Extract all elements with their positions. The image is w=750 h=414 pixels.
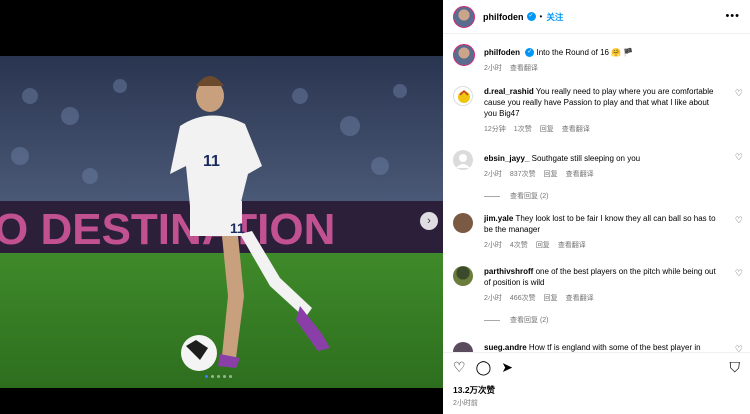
- comment-username[interactable]: jim.yale: [484, 214, 513, 223]
- more-options-icon[interactable]: •••: [725, 10, 740, 22]
- carousel-dot: [229, 375, 232, 378]
- verified-icon: ✓: [526, 12, 536, 21]
- like-heart-icon[interactable]: ♡: [735, 215, 743, 226]
- replies-divider: [484, 319, 500, 321]
- avatar[interactable]: [453, 342, 473, 352]
- like-count[interactable]: 4次赞: [510, 240, 528, 250]
- comment-username[interactable]: sueg.andre: [484, 343, 527, 352]
- avatar[interactable]: [453, 5, 475, 28]
- comment-meta: 12分钟 1次赞 回复 查看翻译: [484, 124, 743, 134]
- caption-meta: 2小时 查看翻译: [484, 63, 743, 73]
- comment-username[interactable]: d.real_rashid: [484, 87, 534, 96]
- verified-icon: ✓: [525, 48, 535, 58]
- like-count[interactable]: 1次赞: [514, 124, 532, 134]
- like-count[interactable]: 837次赞: [510, 169, 536, 179]
- follow-button[interactable]: 关注: [546, 11, 563, 23]
- next-media-button[interactable]: ›: [420, 212, 438, 230]
- avatar[interactable]: [453, 44, 475, 66]
- post-header: philfoden ✓ • 关注 •••: [443, 0, 750, 34]
- caption-text: Into the Round of 16: [536, 48, 609, 57]
- like-heart-icon[interactable]: ♡: [735, 152, 743, 163]
- translate-link[interactable]: 查看翻译: [558, 240, 586, 250]
- translate-link[interactable]: 查看翻译: [566, 293, 594, 303]
- comment-item: d.real_rashid You really need to play wh…: [453, 86, 743, 134]
- caption-emoji: 🤗 🏴: [611, 48, 634, 57]
- like-icon[interactable]: ♡: [453, 359, 466, 375]
- comment-item: sueg.andre How tf is england with some o…: [453, 342, 743, 352]
- comment-text: Southgate still sleeping on you: [531, 154, 641, 163]
- like-heart-icon[interactable]: ♡: [735, 268, 743, 279]
- reply-link[interactable]: 回复: [536, 240, 550, 250]
- share-icon[interactable]: ➤: [501, 359, 513, 375]
- comments-list[interactable]: philfoden ✓ Into the Round of 16 🤗 🏴 2小时…: [443, 36, 750, 352]
- post-like-count[interactable]: 13.2万次赞: [453, 384, 495, 396]
- timestamp: 12分钟: [484, 126, 506, 133]
- replies-divider: [484, 195, 500, 197]
- view-replies-label: 查看回复 (2): [510, 317, 549, 324]
- timestamp: 2小时: [484, 295, 502, 302]
- comment-item: jim.yale They look lost to be fair I kno…: [453, 213, 743, 250]
- reply-link[interactable]: 回复: [544, 293, 558, 303]
- post-photo[interactable]: O DESTINATION 11 11: [0, 56, 443, 388]
- carousel-dot: [217, 375, 220, 378]
- view-replies-button[interactable]: 查看回复 (2): [484, 315, 743, 325]
- avatar[interactable]: [453, 86, 473, 106]
- avatar[interactable]: [453, 213, 473, 233]
- caption: philfoden ✓ Into the Round of 16 🤗 🏴 2小时…: [453, 44, 743, 73]
- comment-username[interactable]: ebsin_jayy_: [484, 154, 529, 163]
- comment-icon[interactable]: ◯: [476, 359, 492, 375]
- translate-link[interactable]: 查看翻译: [566, 169, 594, 179]
- translate-link[interactable]: 查看翻译: [510, 63, 538, 73]
- like-heart-icon[interactable]: ♡: [735, 88, 743, 99]
- reply-link[interactable]: 回复: [540, 124, 554, 134]
- timestamp: 2小时: [484, 171, 502, 178]
- caption-username[interactable]: philfoden: [484, 48, 520, 57]
- timestamp: 2小时: [484, 242, 502, 249]
- post-username[interactable]: philfoden: [483, 12, 524, 22]
- translate-link[interactable]: 查看翻译: [562, 124, 590, 134]
- avatar[interactable]: [453, 266, 473, 286]
- timestamp: 2小时: [484, 65, 502, 72]
- post-actions-bar: ♡ ◯ ➤ ⛉ 13.2万次赞 2小时前: [443, 352, 750, 414]
- like-heart-icon[interactable]: ♡: [735, 344, 743, 352]
- comment-text: How tf is england with some of the best …: [528, 343, 701, 352]
- like-count[interactable]: 466次赞: [510, 293, 536, 303]
- carousel-dot: [211, 375, 214, 378]
- comment-item: ebsin_jayy_ Southgate still sleeping on …: [453, 150, 743, 201]
- jersey-number-front: 11: [203, 153, 220, 170]
- comment-meta: 2小时 4次赞 回复 查看翻译: [484, 240, 743, 250]
- comment-item: parthivshroff one of the best players on…: [453, 266, 743, 325]
- action-icons: ♡ ◯ ➤: [453, 359, 513, 375]
- comment-username[interactable]: parthivshroff: [484, 267, 533, 276]
- carousel-dot: [205, 375, 208, 378]
- stadium-banner-text: O DESTINATION: [0, 205, 335, 254]
- carousel-dot: [223, 375, 226, 378]
- separator-dot: •: [539, 12, 543, 21]
- comment-meta: 2小时 466次赞 回复 查看翻译: [484, 293, 743, 303]
- view-replies-label: 查看回复 (2): [510, 193, 549, 200]
- carousel-indicator: [205, 375, 232, 378]
- bookmark-icon[interactable]: ⛉: [730, 359, 741, 375]
- post-timestamp: 2小时前: [453, 400, 478, 407]
- avatar[interactable]: [453, 150, 473, 170]
- reply-link[interactable]: 回复: [544, 169, 558, 179]
- media-viewer: O DESTINATION 11 11 ›: [0, 0, 443, 414]
- comment-text: They look lost to be fair I know they al…: [484, 214, 716, 234]
- comment-meta: 2小时 837次赞 回复 查看翻译: [484, 169, 743, 179]
- post-details-panel: philfoden ✓ • 关注 ••• philfoden ✓ Into th…: [443, 0, 750, 414]
- view-replies-button[interactable]: 查看回复 (2): [484, 191, 743, 201]
